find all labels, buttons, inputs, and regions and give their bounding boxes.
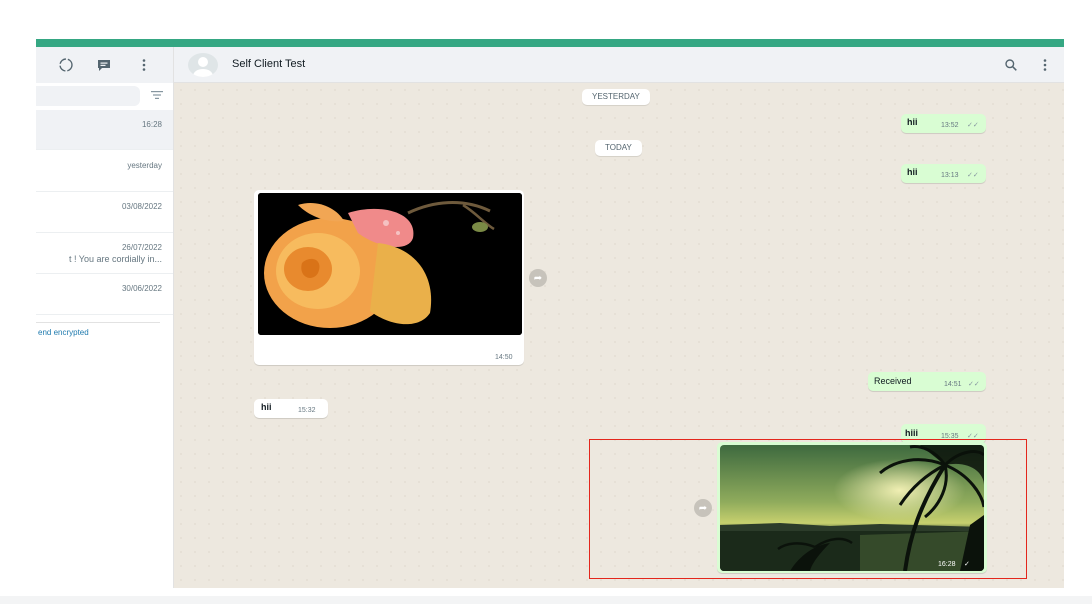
date-divider: YESTERDAY [582, 89, 650, 105]
chat-preview: t ! You are cordially in... [68, 254, 162, 264]
search-icon[interactable] [1002, 56, 1020, 74]
sidebar-header [36, 47, 173, 83]
message-text: hiii [905, 428, 918, 438]
message-text: Received [874, 376, 912, 386]
message-time: 14:51 [944, 381, 962, 388]
outgoing-message[interactable]: Received 14:51 ✓✓ [868, 372, 986, 391]
highlight-box [589, 439, 1027, 579]
message-text: hii [907, 167, 918, 177]
message-time: 13:52 [941, 122, 959, 129]
search-input[interactable] [36, 86, 140, 106]
double-check-icon: ✓✓ [967, 122, 979, 129]
chat-time: 30/06/2022 [121, 284, 162, 293]
top-accent-bar [36, 39, 1064, 47]
avatar[interactable] [188, 53, 218, 77]
menu-icon[interactable] [1036, 56, 1054, 74]
message-time: 15:32 [298, 407, 316, 414]
double-check-icon: ✓✓ [968, 381, 980, 388]
search-row [36, 83, 173, 109]
encryption-note[interactable]: end encrypted [38, 328, 89, 337]
chat-list-item[interactable]: 16:28 [36, 110, 173, 150]
chat-list-item[interactable]: 03/08/2022 [36, 192, 173, 233]
chat-list-item[interactable]: yesterday [36, 151, 173, 192]
bottom-strip [0, 596, 1092, 604]
incoming-message[interactable]: hii 15:32 [254, 399, 328, 418]
double-check-icon: ✓✓ [967, 172, 979, 179]
new-chat-icon[interactable] [95, 56, 113, 74]
outgoing-message[interactable]: hii 13:13 ✓✓ [901, 164, 986, 183]
menu-icon[interactable] [135, 56, 153, 74]
divider [36, 322, 160, 323]
filter-icon[interactable] [150, 88, 164, 102]
outgoing-message[interactable]: hii 13:52 ✓✓ [901, 114, 986, 133]
sidebar: 16:28 yesterday 03/08/2022 26/07/2022 t … [36, 47, 174, 588]
chat-header[interactable]: Self Client Test [174, 47, 1064, 83]
contact-name[interactable]: Self Client Test [232, 58, 305, 70]
message-text: hii [261, 402, 272, 412]
chat-time: yesterday [127, 161, 162, 170]
status-icon[interactable] [57, 56, 75, 74]
chat-list-item[interactable]: 26/07/2022 t ! You are cordially in... [36, 233, 173, 274]
incoming-image-message[interactable]: 14:50 [254, 190, 524, 365]
whatsapp-web-app: 16:28 yesterday 03/08/2022 26/07/2022 t … [36, 47, 1064, 588]
chat-list-item[interactable]: 30/06/2022 [36, 274, 173, 315]
message-text: hii [907, 117, 918, 127]
chat-time: 03/08/2022 [121, 202, 162, 211]
chat-time: 26/07/2022 [121, 243, 162, 252]
chat-time: 16:28 [141, 120, 162, 129]
rose-image[interactable] [258, 193, 522, 335]
forward-icon[interactable]: ➦ [529, 269, 547, 287]
message-time: 13:13 [941, 172, 959, 179]
date-divider: TODAY [595, 140, 642, 156]
message-time: 14:50 [495, 354, 513, 361]
